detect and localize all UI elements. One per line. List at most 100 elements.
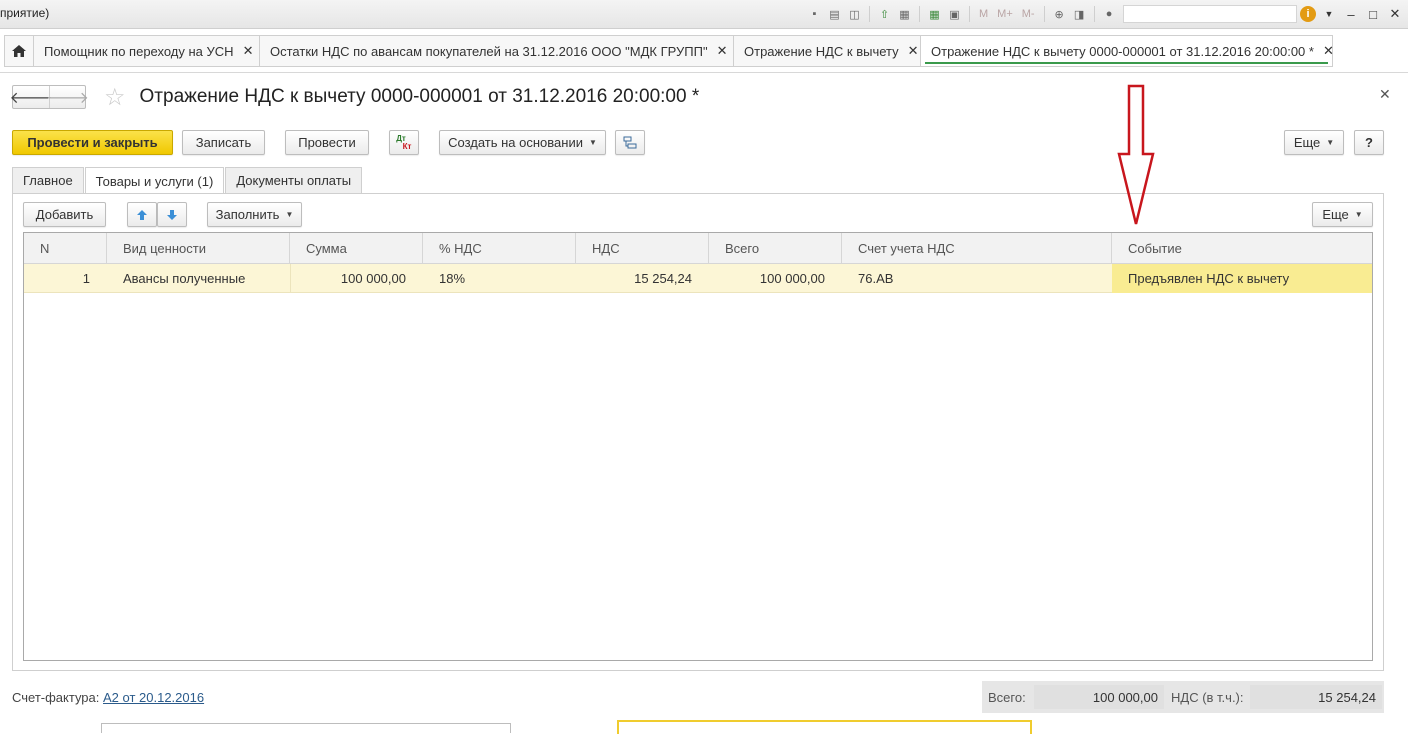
move-down-button[interactable] <box>157 202 187 227</box>
vat-total-label: НДС (в т.ч.): <box>1171 690 1244 705</box>
tab-main[interactable]: Главное <box>12 167 84 193</box>
dt-kt-button[interactable]: Дт Кт <box>389 130 419 155</box>
close-icon[interactable]: ✕ <box>1323 43 1334 59</box>
cell-sum[interactable]: 100 000,00 <box>290 264 406 293</box>
fill-button[interactable]: Заполнить ▼ <box>207 202 302 227</box>
button-label: Еще <box>1322 207 1349 222</box>
page-title: Отражение НДС к вычету 0000-000001 от 31… <box>139 86 700 107</box>
tab-payment-documents[interactable]: Документы оплаты <box>225 167 363 193</box>
home-tab[interactable] <box>4 35 34 67</box>
totals-panel: Всего: 100 000,00 НДС (в т.ч.): 15 254,2… <box>982 681 1384 713</box>
column-header-rate[interactable]: % НДС <box>423 233 576 264</box>
close-icon[interactable]: ✕ <box>243 43 254 59</box>
arrow-down-icon <box>167 209 177 220</box>
panels-icon[interactable]: ◨ <box>1071 6 1088 23</box>
cell-account[interactable]: 76.АВ <box>858 264 1112 293</box>
memory-minus-button[interactable]: M- <box>1019 6 1038 23</box>
chevron-down-icon[interactable]: ▼ <box>1320 5 1338 23</box>
toolbar-separator <box>869 6 870 22</box>
minimize-button[interactable]: – <box>1342 5 1360 23</box>
tab-vat-deduction-list[interactable]: Отражение НДС к вычету ✕ <box>734 35 921 67</box>
kt-label: Кт <box>402 141 412 151</box>
button-label: Еще <box>1293 135 1321 150</box>
vat-total-value: 15 254,24 <box>1250 685 1382 709</box>
close-window-button[interactable]: ✕ <box>1386 5 1404 23</box>
form-tabs: Главное Товары и услуги (1) Документы оп… <box>12 167 363 194</box>
maximize-button[interactable]: □ <box>1364 5 1382 23</box>
total-value: 100 000,00 <box>1034 685 1164 709</box>
cell-event[interactable]: Предъявлен НДС к вычету <box>1112 264 1372 293</box>
close-icon[interactable]: ✕ <box>717 43 728 59</box>
cell-rate[interactable]: 18% <box>439 264 576 293</box>
upload-icon[interactable]: ⇧ <box>876 6 893 23</box>
table-row[interactable]: 1 Авансы полученные 100 000,00 18% 15 25… <box>24 264 1372 293</box>
window-title: приятие) <box>0 6 50 20</box>
open-tabs-bar: Помощник по переходу на УСН ✕ Остатки НДС… <box>0 29 1408 73</box>
button-label: Провести и закрыть <box>27 135 158 150</box>
zoom-icon[interactable]: ⊕ <box>1051 6 1068 23</box>
column-header-event[interactable]: Событие <box>1112 233 1372 264</box>
create-based-on-button[interactable]: Создать на основании ▼ <box>439 130 606 155</box>
window-controls: i ▼ – □ ✕ <box>1300 5 1404 23</box>
memory-m-button[interactable]: M <box>976 6 991 23</box>
cell-kind[interactable]: Авансы полученные <box>123 264 290 293</box>
forward-arrow-icon[interactable]: 🡒 <box>46 86 89 108</box>
comment-field[interactable] <box>101 723 511 733</box>
toolbar-separator <box>1093 6 1095 22</box>
close-icon[interactable]: ✕ <box>908 43 919 59</box>
column-header-total[interactable]: Всего <box>709 233 842 264</box>
calendar-icon[interactable]: ▣ <box>946 6 963 23</box>
preview-icon[interactable]: ◫ <box>846 6 863 23</box>
column-header-sum[interactable]: Сумма <box>290 233 423 264</box>
responsible-field[interactable] <box>617 720 1032 734</box>
global-search-input[interactable] <box>1123 5 1297 23</box>
cell-n[interactable]: 1 <box>24 264 90 293</box>
invoice-link[interactable]: А2 от 20.12.2016 <box>103 690 204 705</box>
cell-vat[interactable]: 15 254,24 <box>576 264 692 293</box>
memory-plus-button[interactable]: M+ <box>994 6 1016 23</box>
post-button[interactable]: Провести <box>285 130 369 155</box>
cell-total[interactable]: 100 000,00 <box>709 264 825 293</box>
goods-table[interactable]: N Вид ценности Сумма % НДС НДС Всего Сче… <box>23 232 1373 661</box>
arrow-up-icon <box>137 209 147 220</box>
table-more-button[interactable]: Еще ▼ <box>1312 202 1373 227</box>
toolbar-separator <box>1043 6 1045 22</box>
calculator-icon[interactable]: ▦ <box>926 6 943 23</box>
back-arrow-icon[interactable]: 🡐 <box>10 86 53 108</box>
button-label: ? <box>1365 135 1373 150</box>
print-setup-icon[interactable]: ▦ <box>896 6 913 23</box>
save-button[interactable]: Записать <box>182 130 265 155</box>
help-button[interactable]: ? <box>1354 130 1384 155</box>
close-form-button[interactable]: ✕ <box>1379 86 1391 103</box>
toolbar-separator <box>919 6 920 22</box>
favorite-star-icon[interactable]: ☆ <box>104 83 126 112</box>
tab-label: Отражение НДС к вычету <box>744 43 899 59</box>
column-header-kind[interactable]: Вид ценности <box>107 233 290 264</box>
structure-button[interactable] <box>615 130 645 155</box>
add-row-button[interactable]: Добавить <box>23 202 106 227</box>
button-label: Провести <box>298 135 356 150</box>
column-header-n[interactable]: N <box>24 233 107 264</box>
print-icon[interactable]: ▤ <box>826 6 843 23</box>
move-up-button[interactable] <box>127 202 157 227</box>
post-and-close-button[interactable]: Провести и закрыть <box>12 130 173 155</box>
column-header-vat[interactable]: НДС <box>576 233 709 264</box>
table-header: N Вид ценности Сумма % НДС НДС Всего Сче… <box>24 233 1372 264</box>
document-header: 🡐 🡒 ☆ Отражение НДС к вычету 0000-000001… <box>10 83 700 112</box>
save-icon[interactable]: ▪ <box>806 6 823 23</box>
button-label: Создать на основании <box>448 135 583 150</box>
tab-vat-deduction-document[interactable]: Отражение НДС к вычету 0000-000001 от 31… <box>921 35 1334 67</box>
dropdown-caret-icon: ▼ <box>1326 138 1335 147</box>
info-icon[interactable]: i <box>1300 6 1316 22</box>
toolbar-separator <box>969 6 970 22</box>
user-icon[interactable]: ● <box>1101 6 1118 23</box>
tab-usn-assistant[interactable]: Помощник по переходу на УСН ✕ <box>34 35 260 67</box>
tab-label: Помощник по переходу на УСН <box>44 43 234 59</box>
total-label: Всего: <box>988 690 1026 705</box>
home-icon <box>12 45 26 57</box>
column-header-account[interactable]: Счет учета НДС <box>842 233 1112 264</box>
tab-vat-balances[interactable]: Остатки НДС по авансам покупателей на 31… <box>260 35 734 67</box>
more-button[interactable]: Еще ▼ <box>1284 130 1344 155</box>
dropdown-caret-icon: ▼ <box>285 210 294 219</box>
tab-goods-and-services[interactable]: Товары и услуги (1) <box>84 167 225 194</box>
